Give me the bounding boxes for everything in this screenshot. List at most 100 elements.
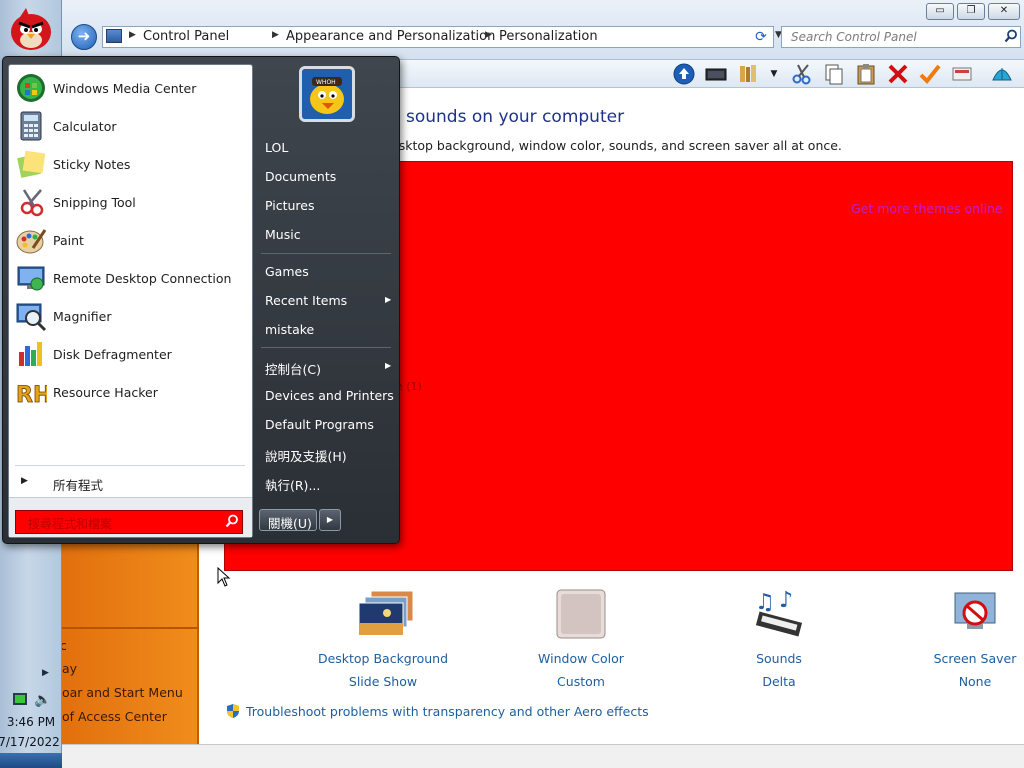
display-icon[interactable] xyxy=(704,62,728,86)
tray-expand-icon[interactable]: ▶ xyxy=(42,668,49,678)
start-search-input[interactable]: 搜尋程式和檔案 xyxy=(15,510,243,534)
window-color-icon xyxy=(555,589,607,639)
search-icon[interactable] xyxy=(1004,29,1018,46)
program-label: Calculator xyxy=(53,119,117,134)
show-desktop-button[interactable] xyxy=(0,753,62,768)
volume-icon[interactable]: 🔈 xyxy=(34,692,51,708)
start-search-placeholder: 搜尋程式和檔案 xyxy=(28,517,113,531)
search-icon[interactable] xyxy=(225,514,239,532)
address-bar[interactable]: ▶ Control Panel ▶ Appearance and Persona… xyxy=(102,26,782,48)
search-input[interactable]: Search Control Panel xyxy=(781,26,1021,48)
start-item-documents[interactable]: Documents xyxy=(257,163,397,189)
start-item-pictures[interactable]: Pictures xyxy=(257,192,397,218)
item-name[interactable]: Screen Saver xyxy=(895,651,1024,666)
breadcrumb-personalization[interactable]: Personalization xyxy=(499,29,598,44)
breadcrumb-appearance[interactable]: Appearance and Personalization xyxy=(286,29,495,44)
program-sticky-notes[interactable]: Sticky Notes xyxy=(13,145,249,181)
desktop-background-item[interactable]: Desktop Background Slide Show xyxy=(303,589,463,689)
start-item-games[interactable]: Games xyxy=(257,258,397,284)
mouse-cursor-icon xyxy=(217,566,231,587)
shell-icon[interactable] xyxy=(990,62,1014,86)
start-button[interactable] xyxy=(6,4,56,54)
program-label: Magnifier xyxy=(53,309,112,324)
more-themes-link[interactable]: Get more themes online xyxy=(851,201,1003,216)
breadcrumb-control-panel[interactable]: Control Panel xyxy=(143,29,229,44)
start-item-label: 執行(R)... xyxy=(265,478,321,493)
program-label: Resource Hacker xyxy=(53,385,158,400)
user-avatar[interactable]: WHOH xyxy=(299,66,355,122)
program-windows-media-center[interactable]: Windows Media Center xyxy=(13,69,249,105)
start-menu: Windows Media Center Calculator Sticky N… xyxy=(2,56,400,544)
magnifier-icon xyxy=(15,300,47,332)
close-button[interactable]: ✕ xyxy=(988,3,1020,20)
back-arrow-icon: ➜ xyxy=(77,27,91,45)
delete-icon[interactable] xyxy=(886,62,910,86)
program-magnifier[interactable]: Magnifier xyxy=(13,297,249,333)
start-item-control-panel[interactable]: 控制台(C) ▶ xyxy=(257,353,397,379)
minimize-button[interactable]: ▭ xyxy=(926,3,954,20)
item-name[interactable]: Sounds xyxy=(699,651,859,666)
item-name[interactable]: Desktop Background xyxy=(303,651,463,666)
crumb-separator-icon: ▶ xyxy=(129,30,136,40)
sounds-item[interactable]: ♫ ♪ Sounds Delta xyxy=(699,588,859,689)
start-item-help-support[interactable]: 說明及支援(H) xyxy=(257,440,397,466)
nav-divider xyxy=(62,627,199,629)
start-item-default-programs[interactable]: Default Programs xyxy=(257,411,397,437)
back-button[interactable]: ➜ xyxy=(71,24,97,50)
nav-link-display[interactable]: ay xyxy=(62,661,77,676)
copy-icon[interactable] xyxy=(822,62,846,86)
programs-pane: Windows Media Center Calculator Sticky N… xyxy=(8,64,253,538)
shield-icon xyxy=(225,703,241,719)
properties-icon[interactable] xyxy=(950,62,974,86)
program-paint[interactable]: Paint xyxy=(13,221,249,257)
screen-saver-item[interactable]: Screen Saver None xyxy=(895,589,1024,689)
all-programs-separator xyxy=(15,465,245,466)
maximize-button[interactable]: ❐ xyxy=(957,3,985,20)
scissors-icon[interactable] xyxy=(790,62,814,86)
paint-icon xyxy=(15,224,47,256)
title-bar: ▭ ❐ ✕ ➜ ▶ Control Panel ▶ Appearance and… xyxy=(62,0,1024,60)
program-label: Sticky Notes xyxy=(53,157,131,172)
nav-link-ease-of-access[interactable]: of Access Center xyxy=(62,709,167,724)
refresh-button[interactable]: ⟳ xyxy=(750,26,772,48)
calculator-icon xyxy=(15,110,47,142)
start-item-label: 說明及支援(H) xyxy=(265,449,347,464)
start-item-mistake[interactable]: mistake xyxy=(257,316,397,342)
library-dropdown-icon[interactable]: ▼ xyxy=(762,62,786,86)
library-icon[interactable] xyxy=(736,62,760,86)
up-arrow-icon[interactable] xyxy=(672,62,696,86)
screen-saver-icon xyxy=(949,589,1001,639)
start-item-lol[interactable]: LOL xyxy=(257,134,397,160)
svg-text:♪: ♪ xyxy=(779,589,793,613)
shutdown-button[interactable]: 關機(U) xyxy=(259,509,317,531)
start-item-label: Pictures xyxy=(265,198,315,213)
program-snipping-tool[interactable]: Snipping Tool xyxy=(13,183,249,219)
checkmark-icon[interactable] xyxy=(918,62,942,86)
program-remote-desktop[interactable]: Remote Desktop Connection xyxy=(13,259,249,295)
shutdown-options-arrow-icon[interactable]: ▶ xyxy=(319,509,341,531)
paste-icon[interactable] xyxy=(854,62,878,86)
item-value: None xyxy=(958,674,992,689)
program-resource-hacker[interactable]: RH Resource Hacker xyxy=(13,373,249,409)
all-programs-button[interactable]: ▶ 所有程式 xyxy=(13,473,249,493)
clock-date[interactable]: 7/17/2022 xyxy=(0,735,62,749)
start-item-label: Games xyxy=(265,264,309,279)
troubleshoot-aero-link[interactable]: Troubleshoot problems with transparency … xyxy=(246,704,649,719)
start-item-devices-printers[interactable]: Devices and Printers xyxy=(257,382,397,408)
item-name[interactable]: Window Color xyxy=(501,651,661,666)
program-label: Snipping Tool xyxy=(53,195,136,210)
item-value: Delta xyxy=(762,674,796,689)
network-icon[interactable] xyxy=(13,693,27,705)
start-item-run[interactable]: 執行(R)... xyxy=(257,469,397,495)
start-item-recent-items[interactable]: Recent Items ▶ xyxy=(257,287,397,313)
program-calculator[interactable]: Calculator xyxy=(13,107,249,143)
svg-text:♫: ♫ xyxy=(755,590,775,615)
window-color-item[interactable]: Window Color Custom xyxy=(501,589,661,689)
start-item-label: Documents xyxy=(265,169,337,184)
crumb-separator-icon: ▶ xyxy=(272,30,279,40)
start-item-music[interactable]: Music xyxy=(257,221,397,247)
nav-link-taskbar[interactable]: oar and Start Menu xyxy=(62,685,183,700)
start-item-label: LOL xyxy=(265,140,289,155)
program-disk-defragmenter[interactable]: Disk Defragmenter xyxy=(13,335,249,371)
clock-time[interactable]: 3:46 PM xyxy=(0,715,62,729)
